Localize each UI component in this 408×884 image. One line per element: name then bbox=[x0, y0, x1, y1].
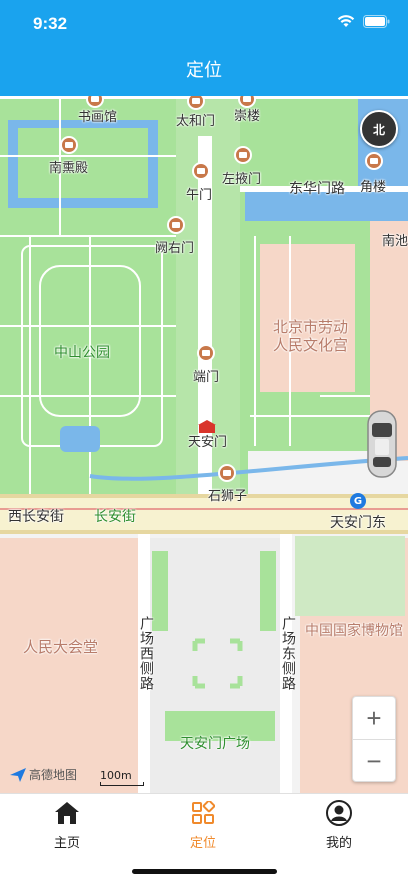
map-label: 南熏殿 bbox=[49, 161, 89, 176]
tab-label: 定位 bbox=[189, 836, 216, 851]
map-label: 天安门 bbox=[188, 435, 228, 450]
metro-icon[interactable]: G bbox=[350, 493, 366, 509]
grid-icon bbox=[192, 801, 215, 824]
tab-home[interactable]: 主页 bbox=[17, 800, 117, 851]
tab-bar: 主页 定位 我的 bbox=[0, 793, 408, 884]
home-indicator bbox=[132, 869, 277, 874]
map-label: 书画馆 bbox=[78, 110, 118, 125]
map-label: 太和门 bbox=[176, 114, 216, 129]
navigation-arrow-icon bbox=[10, 767, 26, 782]
battery-icon bbox=[363, 15, 390, 28]
scale-bar bbox=[100, 782, 144, 786]
map-logo: 高德地图 bbox=[10, 766, 77, 783]
home-icon bbox=[55, 802, 79, 824]
status-time: 9:32 bbox=[33, 14, 68, 33]
tab-label: 主页 bbox=[53, 836, 80, 851]
map-label: 左掖门 bbox=[222, 172, 262, 187]
map-logo-text: 高德地图 bbox=[29, 768, 78, 782]
map-label: 南池 bbox=[382, 234, 408, 249]
map-label: 崇楼 bbox=[234, 109, 261, 124]
status-bar: 9:32 bbox=[0, 0, 408, 48]
map-label: 午门 bbox=[186, 188, 213, 203]
map-label: 天安门东 bbox=[330, 515, 386, 531]
tab-profile[interactable]: 我的 bbox=[289, 800, 389, 851]
compass-icon[interactable]: 北 bbox=[360, 110, 398, 148]
tab-location[interactable]: 定位 bbox=[153, 800, 253, 851]
poi-marker[interactable] bbox=[365, 152, 383, 170]
scale-label: 100m bbox=[100, 769, 132, 782]
map-label: 广场西侧路 bbox=[138, 616, 154, 691]
map-label: 阙右门 bbox=[155, 241, 195, 256]
map-label: 人民大会堂 bbox=[23, 638, 99, 656]
compass-label: 北 bbox=[372, 122, 385, 137]
car-location-icon[interactable] bbox=[366, 409, 398, 479]
map-label: 角楼 bbox=[360, 180, 387, 195]
poi-marker[interactable] bbox=[218, 464, 236, 482]
map-label: 广场东侧路 bbox=[280, 616, 296, 691]
poi-marker[interactable] bbox=[197, 344, 215, 362]
page-title: 定位 bbox=[186, 60, 222, 81]
status-icons bbox=[337, 15, 390, 28]
zoom-out-button[interactable]: − bbox=[353, 739, 395, 782]
map-view[interactable]: 书画馆 太和门 崇楼 南熏殿 午门 左掖门 东华门路 角楼 阙右门 南池 北京市… bbox=[0, 96, 408, 793]
wifi-icon bbox=[337, 15, 355, 27]
poi-marker[interactable] bbox=[192, 162, 210, 180]
map-label: 天安门广场 bbox=[180, 736, 250, 752]
poi-marker[interactable] bbox=[60, 136, 78, 154]
map-label: 端门 bbox=[193, 370, 220, 385]
poi-marker[interactable] bbox=[234, 146, 252, 164]
profile-icon bbox=[326, 800, 352, 826]
zoom-in-button[interactable]: + bbox=[353, 697, 395, 739]
map-label: 中山公园 bbox=[54, 345, 110, 361]
map-label: 东华门路 bbox=[289, 181, 345, 197]
tab-label: 我的 bbox=[325, 836, 352, 851]
map-label: 长安街 bbox=[94, 509, 136, 525]
map-label: 中国国家博物馆 bbox=[305, 623, 403, 639]
map-label: 石狮子 bbox=[208, 489, 248, 504]
poi-marker[interactable] bbox=[167, 216, 185, 234]
nav-bar: 定位 bbox=[0, 48, 408, 96]
map-label: 西长安街 bbox=[8, 509, 64, 525]
zoom-controls: + − bbox=[352, 696, 396, 782]
map-label: 北京市劳动人民文化宫 bbox=[273, 318, 349, 354]
